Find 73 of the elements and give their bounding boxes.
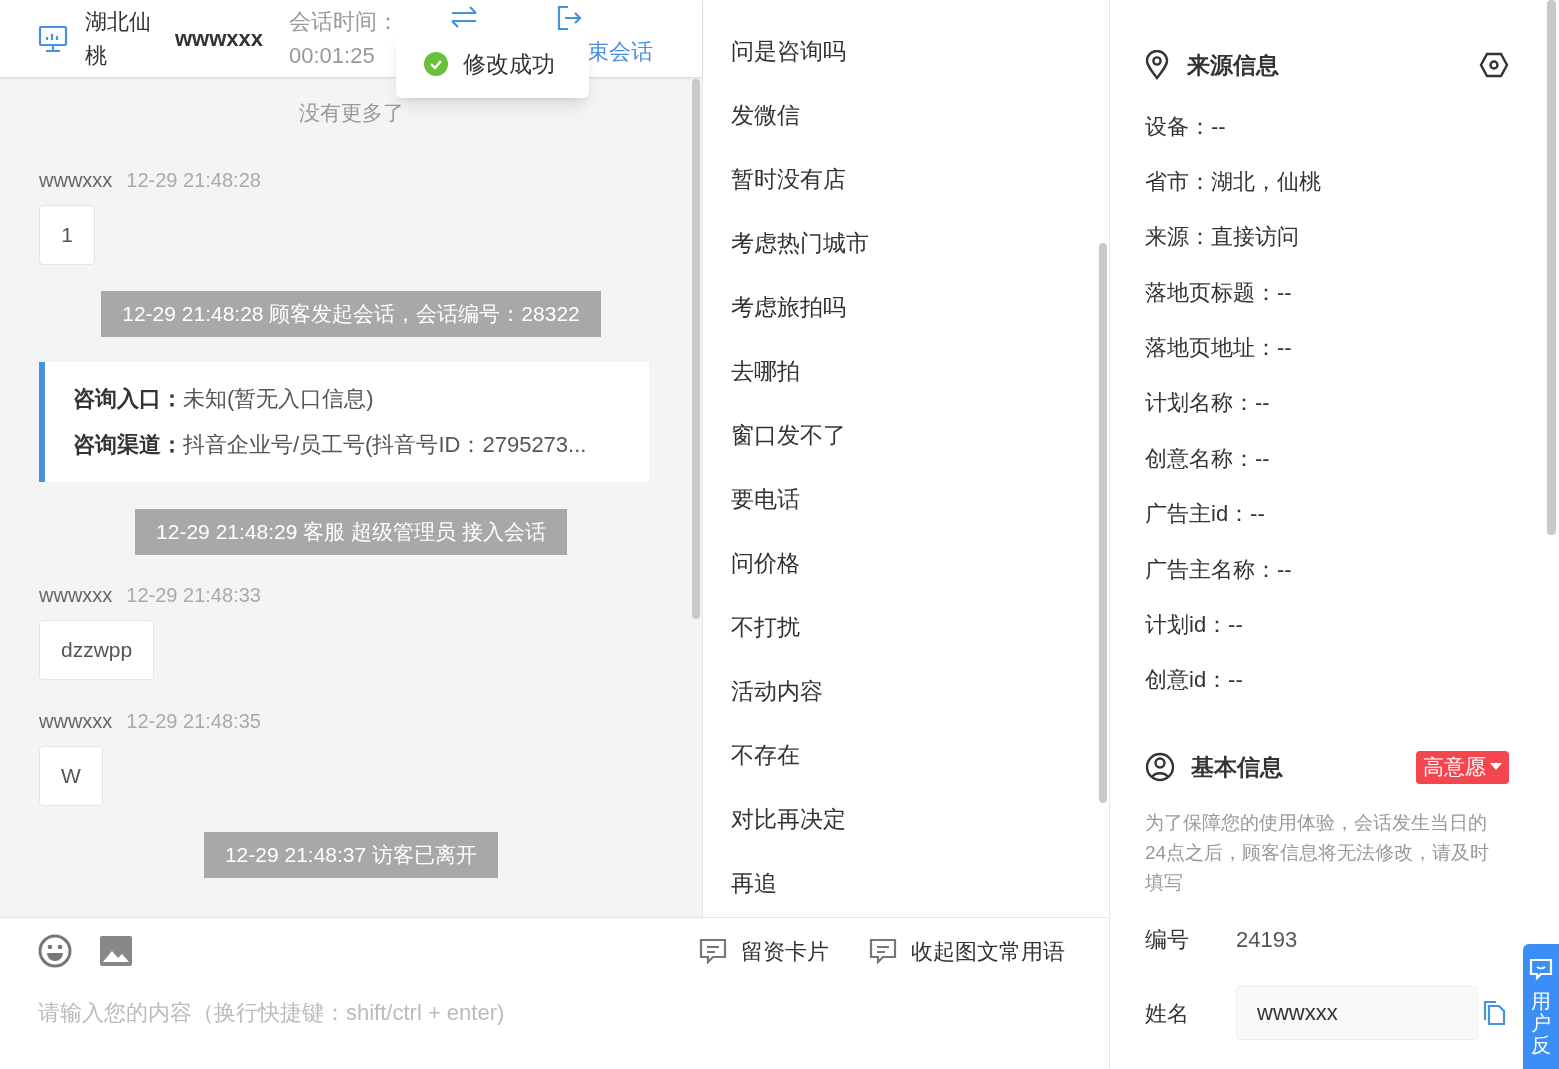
field-label: 姓名 <box>1145 999 1190 1028</box>
scrollbar[interactable] <box>1099 243 1107 803</box>
sender-name: wwwxxx <box>39 167 113 193</box>
info-field: 计划名称：-- <box>1145 375 1509 431</box>
quick-reply-item[interactable]: 发微信 <box>731 94 1109 158</box>
copy-icon[interactable] <box>1482 1000 1506 1027</box>
message-icon <box>869 938 897 964</box>
duration-label: 会话时间： <box>289 7 399 36</box>
toolbar-button[interactable]: 收起图文常用语 <box>869 934 1065 968</box>
no-more-notice: 没有更多了 <box>298 100 404 126</box>
info-field: 广告主名称：-- <box>1145 541 1509 597</box>
scrollbar[interactable] <box>1547 0 1556 535</box>
card-line: 咨询渠道：抖音企业号/员工号(抖音号ID：2795273... <box>73 430 588 459</box>
message-input[interactable]: 请输入您的内容（换行快捷键：shift/ctrl + enter) <box>38 996 1069 1029</box>
message-time: 12-29 21:48:28 <box>126 167 261 193</box>
info-field: 计划id：-- <box>1145 597 1509 653</box>
visitor-name: wwwxxx <box>175 25 265 53</box>
info-field: 来源：直接访问 <box>1145 209 1509 265</box>
card-line: 咨询入口：未知(暂无入口信息) <box>73 384 375 413</box>
system-message: 12-29 21:48:28 顾客发起会话，会话编号：28322 <box>101 290 601 337</box>
emoji-icon[interactable] <box>38 934 72 968</box>
scrollbar[interactable] <box>692 79 700 619</box>
field-value: 24193 <box>1236 926 1298 955</box>
quick-reply-item[interactable]: 不打扰 <box>731 606 1109 670</box>
quick-reply-item[interactable]: 问是咨询吗 <box>731 30 1109 94</box>
exit-icon <box>556 5 582 31</box>
intent-dropdown[interactable]: 高意愿 <box>1416 750 1509 784</box>
message-bubble: 1 <box>39 204 95 265</box>
quick-reply-item[interactable]: 要电话 <box>731 478 1109 542</box>
name-input[interactable]: wwwxxx <box>1236 986 1478 1041</box>
quick-reply-item[interactable]: 窗口发不了 <box>731 414 1109 478</box>
toolbar-button[interactable]: 留资卡片 <box>699 934 829 968</box>
image-icon[interactable] <box>99 935 133 967</box>
info-field: 省市：湖北，仙桃 <box>1145 153 1509 210</box>
caret-icon <box>1490 763 1502 772</box>
location-label: 湖北仙桃 <box>85 7 152 70</box>
quick-reply-item[interactable]: 问价格 <box>731 542 1109 606</box>
quick-reply-item[interactable]: 活动内容 <box>731 670 1109 734</box>
info-field: 创意名称：-- <box>1145 430 1509 487</box>
section-title: 基本信息 <box>1191 752 1283 782</box>
quick-reply-item[interactable]: 去哪拍 <box>731 350 1109 414</box>
quick-reply-item[interactable]: 考虑热门城市 <box>731 222 1109 286</box>
message-icon <box>699 938 727 964</box>
field-label: 编号 <box>1145 926 1190 955</box>
session-duration: 00:01:25 <box>289 41 376 70</box>
quick-reply-item[interactable]: 考虑旅拍吗 <box>731 286 1109 350</box>
toast-message: 修改成功 <box>396 30 589 98</box>
quick-reply-item[interactable]: 对比再决定 <box>731 798 1109 862</box>
sender-name: wwwxxx <box>39 582 113 608</box>
info-note: 为了保障您的使用体验，会话发生当日的24点之后，顾客信息将无法修改，请及时填写 <box>1145 811 1491 896</box>
section-title: 来源信息 <box>1187 51 1279 80</box>
message-bubble: W <box>39 745 103 806</box>
chat-icon <box>1529 958 1553 980</box>
info-field: 落地页标题：-- <box>1145 264 1509 321</box>
info-field: 设备：-- <box>1145 98 1509 154</box>
location-pin-icon <box>1145 50 1169 81</box>
info-field: 广告主id：-- <box>1145 486 1509 542</box>
monitor-icon <box>38 24 68 53</box>
quick-reply-item[interactable]: 暂时没有店 <box>731 158 1109 222</box>
message-bubble: dzzwpp <box>39 619 155 680</box>
info-field: 落地页地址：-- <box>1145 320 1509 376</box>
quick-reply-item[interactable]: 不存在 <box>731 734 1109 798</box>
user-circle-icon <box>1145 752 1175 783</box>
sender-name: wwwxxx <box>39 708 113 734</box>
check-circle-icon <box>423 51 449 77</box>
system-message: 12-29 21:48:37 访客已离开 <box>203 831 499 878</box>
info-field: 创意id：-- <box>1145 652 1509 708</box>
settings-icon[interactable] <box>1479 52 1509 79</box>
swap-icon[interactable] <box>450 5 478 29</box>
system-message: 12-29 21:48:29 客服 超级管理员 接入会话 <box>135 508 567 555</box>
quick-reply-item[interactable]: 再追 <box>731 862 1109 917</box>
message-time: 12-29 21:48:35 <box>126 708 261 734</box>
message-time: 12-29 21:48:33 <box>126 582 261 608</box>
